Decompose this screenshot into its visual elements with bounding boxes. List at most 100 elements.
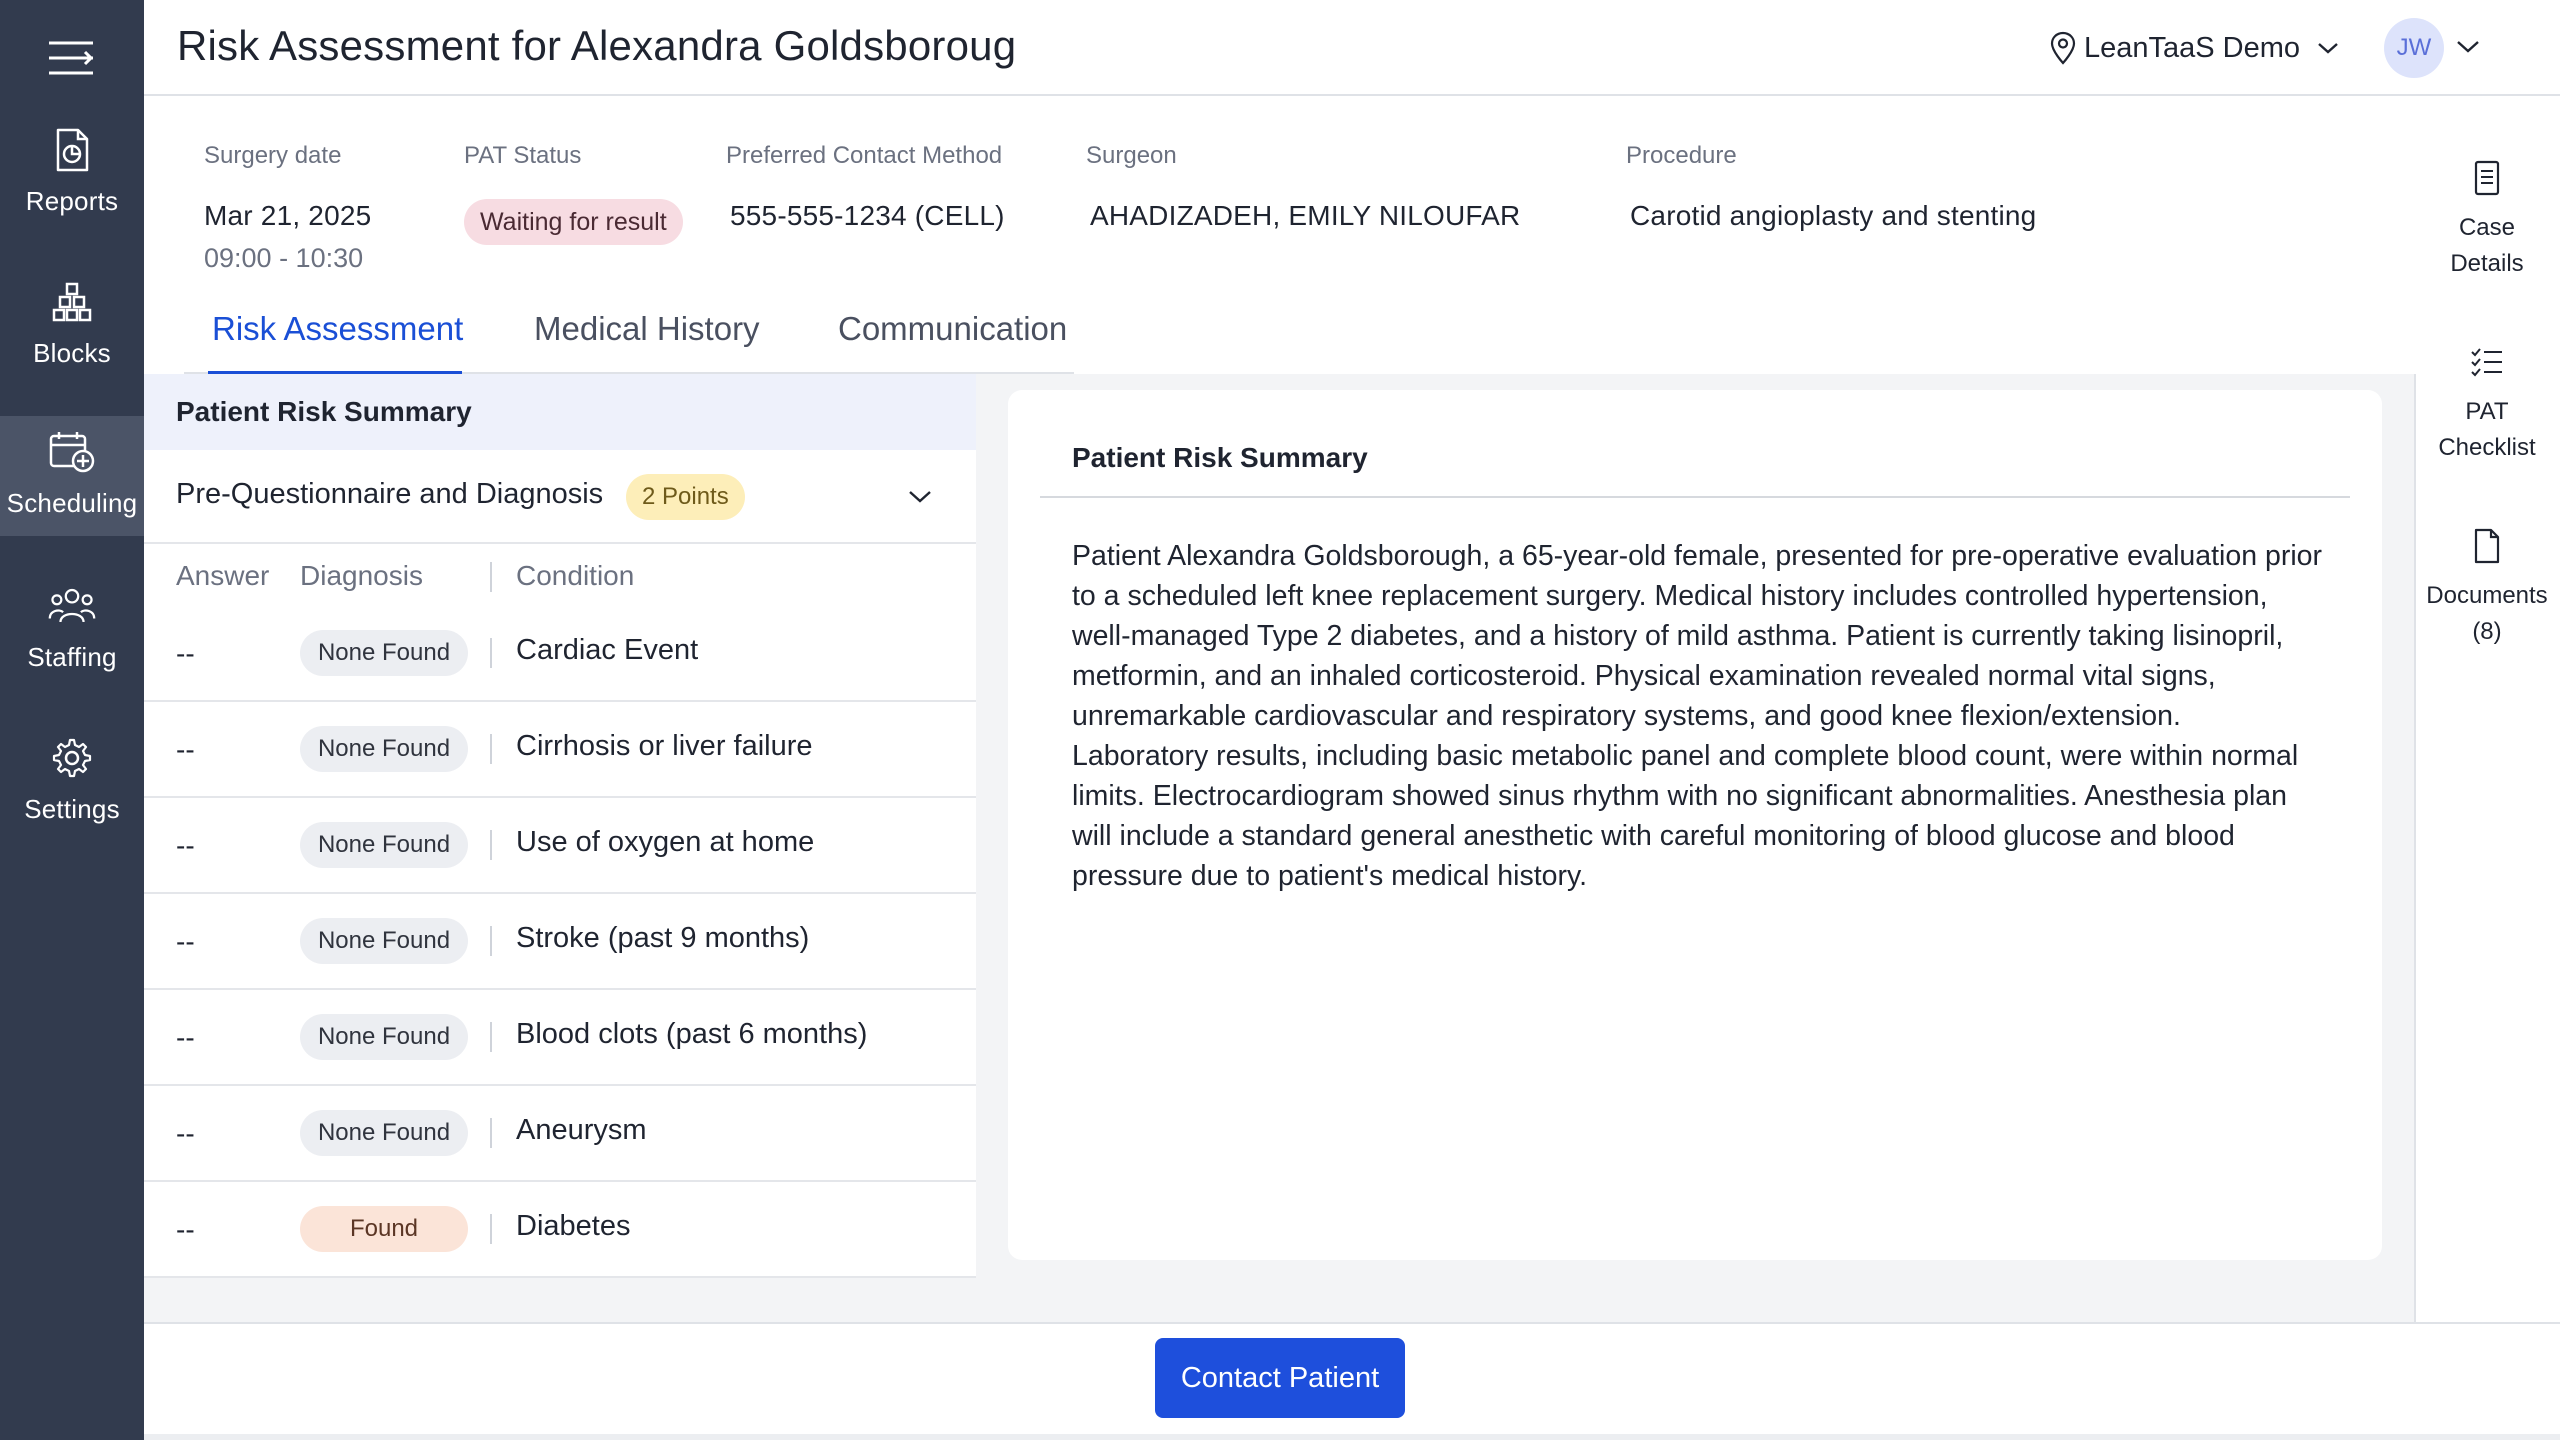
page-header: Risk Assessment for Alexandra Goldsborou… [144,0,2560,96]
row-answer: -- [176,1022,195,1053]
row-divider [490,830,492,860]
row-condition: Blood clots (past 6 months) [516,1018,868,1050]
menu-icon[interactable] [47,38,95,78]
chevron-down-icon[interactable] [2454,36,2482,58]
nav-label-reports: Reports [25,186,119,216]
contact-patient-button[interactable]: Contact Patient [1155,1338,1405,1418]
contact-method-value: 555-555-1234 (CELL) [730,200,1005,231]
nav-label-staffing: Staffing [27,642,117,672]
surgeon-label: Surgeon [1086,142,1177,169]
diagnosis-badge-found: Found [300,1206,468,1252]
pat-checklist-button[interactable]: PAT Checklist [2414,342,2560,466]
row-condition: Diabetes [516,1210,631,1242]
pat-status-badge: Waiting for result [464,199,683,245]
column-divider [490,562,492,592]
row-divider [490,1214,492,1244]
nav-label-scheduling: Scheduling [6,488,138,518]
chevron-down-icon [2318,43,2338,54]
points-badge: 2 Points [626,474,745,520]
tab-risk-assessment[interactable]: Risk Assessment [208,310,463,376]
table-row: -- None Found Cardiac Event [144,606,976,702]
diagnosis-badge: None Found [300,726,468,772]
row-condition: Use of oxygen at home [516,826,815,858]
row-condition: Stroke (past 9 months) [516,922,810,954]
diagnosis-badge: None Found [300,1014,468,1060]
case-details-label: Case Details [2450,214,2524,277]
staffing-icon [48,582,96,630]
table-row: -- Found Diabetes [144,1182,976,1278]
nav-item-settings[interactable]: Settings [0,708,144,828]
nav-item-blocks[interactable]: Blocks [0,252,144,372]
left-nav: Reports Blocks Scheduling Staffing Setti… [0,0,144,1440]
checklist-icon [2469,342,2505,382]
risk-panel-header: Patient Risk Summary [144,374,976,450]
summary-title: Patient Risk Summary [1072,442,1368,473]
table-row: -- None Found Aneurysm [144,1086,976,1182]
diagnosis-badge: None Found [300,822,468,868]
documents-label: Documents (8) [2426,582,2548,645]
tab-medical-history[interactable]: Medical History [530,310,764,374]
documents-button[interactable]: Documents (8) [2414,526,2560,650]
blocks-icon [48,278,96,326]
nav-label-blocks: Blocks [33,338,111,368]
row-divider [490,926,492,956]
row-divider [490,1022,492,1052]
procedure-value: Carotid angioplasty and stenting [1630,200,2037,231]
gear-icon [48,734,96,782]
tab-communication[interactable]: Communication [834,310,1071,374]
page-title: Risk Assessment for Alexandra Goldsborou… [177,22,1017,69]
tab-bar: Risk Assessment Medical History Communic… [184,310,1074,376]
pre-questionnaire-section-toggle[interactable]: Pre-Questionnaire and Diagnosis 2 Points [144,450,976,544]
case-details-button[interactable]: Case Details [2414,158,2560,282]
summary-text: Patient Alexandra Goldsborough, a 65-yea… [1072,540,2322,892]
file-icon [2469,526,2505,566]
summary-card: Patient Risk Summary Patient Alexandra G… [1008,390,2382,1260]
row-condition: Cirrhosis or liver failure [516,730,813,762]
chevron-down-icon [909,491,931,503]
nav-label-settings: Settings [24,794,120,824]
location-label: LeanTaaS Demo [2084,31,2301,64]
row-answer: -- [176,830,195,861]
row-divider [490,638,492,668]
risk-panel-title: Patient Risk Summary [176,396,472,427]
row-answer: -- [176,1214,195,1245]
column-header-condition: Condition [516,560,635,591]
row-condition: Aneurysm [516,1114,647,1146]
row-condition: Cardiac Event [516,634,699,666]
surgery-date-label: Surgery date [204,142,342,169]
row-divider [490,1118,492,1148]
column-header-diagnosis: Diagnosis [300,560,423,591]
pat-checklist-label: PAT Checklist [2438,398,2536,461]
diagnosis-badge: None Found [300,1110,468,1156]
document-lines-icon [2469,158,2505,198]
row-divider [490,734,492,764]
nav-item-staffing[interactable]: Staffing [0,556,144,676]
surgery-time-value: 09:00 - 10:30 [204,243,364,273]
table-row: -- None Found Stroke (past 9 months) [144,894,976,990]
contact-method-label: Preferred Contact Method [726,142,1003,169]
row-answer: -- [176,1118,195,1149]
location-pin-icon [2050,31,2076,65]
table-row: -- None Found Cirrhosis or liver failure [144,702,976,798]
column-header-answer: Answer [176,560,270,591]
surgery-date-value: Mar 21, 2025 [204,200,372,231]
table-row: -- None Found Use of oxygen at home [144,798,976,894]
row-answer: -- [176,734,195,765]
diagnosis-badge: None Found [300,918,468,964]
scheduling-icon [48,428,96,476]
surgeon-value: AHADIZADEH, EMILY NILOUFAR [1090,200,1521,231]
avatar[interactable]: JW [2384,18,2444,78]
reports-icon [48,126,96,174]
row-answer: -- [176,638,195,669]
risk-panel: Patient Risk Summary Pre-Questionnaire a… [144,374,976,1278]
pat-status-label: PAT Status [464,142,582,169]
right-sidebar-divider [2414,374,2416,1324]
location-selector[interactable]: LeanTaaS Demo [2050,28,2340,68]
procedure-label: Procedure [1626,142,1737,169]
summary-divider [1040,496,2350,498]
nav-item-scheduling[interactable]: Scheduling [0,416,144,536]
nav-item-reports[interactable]: Reports [0,100,144,220]
section-title: Pre-Questionnaire and Diagnosis [176,478,604,510]
table-row: -- None Found Blood clots (past 6 months… [144,990,976,1086]
footer-edge [144,1434,2560,1440]
